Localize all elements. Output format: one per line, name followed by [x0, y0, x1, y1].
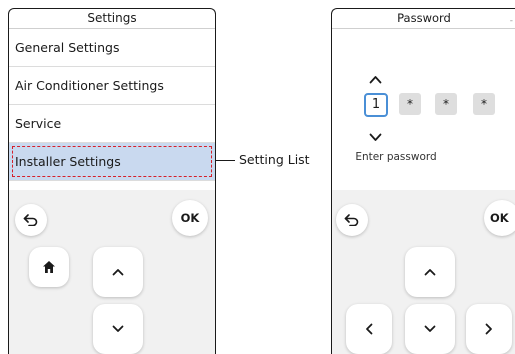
password-digit-1[interactable]: 1 [364, 93, 388, 117]
password-up-button[interactable] [405, 247, 455, 297]
chevron-left-icon [365, 323, 373, 335]
menu-item-service[interactable]: Service [9, 105, 215, 143]
password-device: Password - 1 * * * Enter password OK [331, 8, 515, 354]
down-button[interactable] [93, 304, 143, 354]
digit-up-chevron-icon[interactable] [369, 69, 382, 88]
digit-down-chevron-icon[interactable] [369, 127, 382, 146]
up-button[interactable] [93, 247, 143, 297]
password-title-bar: Password - [332, 9, 515, 29]
home-button[interactable] [29, 247, 69, 287]
title-marker: - [509, 16, 513, 26]
password-back-button[interactable] [336, 204, 368, 236]
chevron-right-icon [485, 323, 493, 335]
ok-label: OK [180, 211, 200, 225]
menu-item-general-settings[interactable]: General Settings [9, 29, 215, 67]
password-ok-button[interactable]: OK [484, 200, 515, 236]
back-button[interactable] [15, 204, 47, 236]
enter-password-prompt: Enter password [355, 151, 437, 163]
callout-line [215, 160, 235, 161]
password-control-panel: OK [332, 190, 515, 354]
menu-item-installer-settings[interactable]: Installer Settings [9, 143, 215, 181]
settings-title: Settings [9, 9, 215, 29]
password-down-button[interactable] [405, 304, 455, 354]
settings-list: General Settings Air Conditioner Setting… [9, 29, 215, 181]
chevron-up-icon [112, 268, 124, 276]
chevron-down-icon [112, 325, 124, 333]
password-right-button[interactable] [466, 304, 512, 354]
password-digit-2[interactable]: * [399, 93, 421, 115]
back-icon [344, 214, 360, 226]
home-icon [42, 260, 56, 274]
password-digit-4[interactable]: * [473, 93, 495, 115]
menu-item-installer-settings-label: Installer Settings [15, 154, 121, 169]
callout-label: Setting List [239, 152, 310, 167]
back-icon [23, 214, 39, 226]
menu-item-air-conditioner-settings[interactable]: Air Conditioner Settings [9, 67, 215, 105]
password-title: Password [397, 11, 451, 25]
chevron-down-icon [424, 325, 436, 333]
chevron-up-icon [424, 268, 436, 276]
settings-device: Settings General Settings Air Conditione… [8, 8, 216, 354]
control-panel: OK [9, 190, 215, 354]
password-digit-3[interactable]: * [435, 93, 457, 115]
password-ok-label: OK [490, 211, 509, 225]
password-left-button[interactable] [346, 304, 392, 354]
ok-button[interactable]: OK [172, 200, 208, 236]
